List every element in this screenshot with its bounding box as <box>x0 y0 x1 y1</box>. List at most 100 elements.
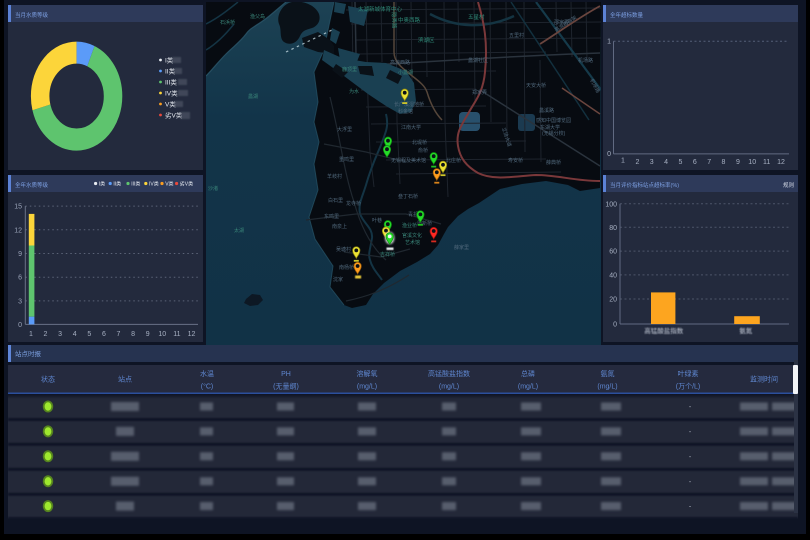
svg-text:1: 1 <box>607 39 611 46</box>
svg-text:PH: PH <box>281 371 291 378</box>
svg-text:渔父岛: 渔父岛 <box>250 13 265 20</box>
svg-text:III类: III类 <box>165 78 177 87</box>
svg-text:(mg/L): (mg/L) <box>518 384 538 391</box>
svg-text:俞桥: 俞桥 <box>418 147 428 154</box>
svg-text:官溪文化: 官溪文化 <box>402 232 422 239</box>
svg-text:(mg/L): (mg/L) <box>597 384 617 391</box>
svg-text:5: 5 <box>87 331 91 338</box>
svg-text:五里村: 五里村 <box>509 32 524 39</box>
svg-text:科金馆: 科金馆 <box>398 108 413 115</box>
svg-text:渔业桥: 渔业桥 <box>402 222 417 229</box>
svg-text:(无锡分校): (无锡分校) <box>542 130 566 137</box>
svg-text:劣V类: 劣V类 <box>180 181 193 188</box>
svg-text:1: 1 <box>29 331 33 338</box>
svg-text:沙渚: 沙渚 <box>208 185 218 192</box>
svg-text:机场路: 机场路 <box>578 57 593 64</box>
svg-text:氨氮: 氨氮 <box>601 369 615 378</box>
svg-text:2: 2 <box>635 159 639 166</box>
svg-text:高锰酸盐指数: 高锰酸盐指数 <box>428 369 470 378</box>
svg-text:总磷: 总磷 <box>521 369 535 378</box>
svg-text:五星村: 五星村 <box>468 13 485 21</box>
svg-text:15: 15 <box>14 204 22 211</box>
svg-text:薛家里: 薛家里 <box>454 244 469 251</box>
svg-text:(mg/L): (mg/L) <box>357 384 377 391</box>
svg-text:3: 3 <box>650 159 654 166</box>
svg-text:南泉上: 南泉上 <box>332 223 347 230</box>
svg-text:站点时报: 站点时报 <box>15 349 42 358</box>
svg-text:8: 8 <box>722 159 726 166</box>
svg-text:水温: 水温 <box>200 369 214 378</box>
svg-text:东鸣里: 东鸣里 <box>324 213 339 220</box>
svg-text:鹿顶里: 鹿顶里 <box>342 66 357 73</box>
svg-text:10: 10 <box>158 331 166 338</box>
svg-text:3: 3 <box>58 331 62 338</box>
svg-text:吴塘村: 吴塘村 <box>336 246 351 253</box>
svg-text:(无量纲): (无量纲) <box>273 382 299 391</box>
svg-text:10: 10 <box>748 159 756 166</box>
svg-text:12: 12 <box>188 331 196 338</box>
svg-text:4: 4 <box>73 331 77 338</box>
svg-text:溶解氧: 溶解氧 <box>357 369 378 378</box>
svg-text:(°C): (°C) <box>201 383 214 391</box>
svg-text:白石里: 白石里 <box>328 197 343 204</box>
svg-text:蠡溪路: 蠡溪路 <box>539 107 554 114</box>
svg-text:8: 8 <box>131 331 135 338</box>
svg-text:高锰酸盐指数: 高锰酸盐指数 <box>644 326 684 335</box>
svg-text:太湖: 太湖 <box>234 227 244 234</box>
svg-text:蠡湖社区: 蠡湖社区 <box>468 57 488 64</box>
svg-text:寿安桥: 寿安桥 <box>508 157 523 164</box>
svg-text:无锡程及美术馆: 无锡程及美术馆 <box>391 157 426 164</box>
svg-text:1: 1 <box>621 158 625 165</box>
svg-text:5: 5 <box>678 159 682 166</box>
svg-text:天安大桥: 天安大桥 <box>526 82 546 89</box>
svg-text:IV类: IV类 <box>165 89 178 98</box>
svg-text:12: 12 <box>777 159 785 166</box>
svg-text:北堤桥: 北堤桥 <box>412 139 427 146</box>
svg-text:长广溪湿地桥: 长广溪湿地桥 <box>394 101 424 108</box>
svg-text:吉祥桥: 吉祥桥 <box>380 251 395 258</box>
svg-text:站点: 站点 <box>118 375 132 384</box>
svg-text:6: 6 <box>18 275 22 282</box>
svg-text:中奥西路: 中奥西路 <box>398 16 421 24</box>
svg-text:60: 60 <box>609 249 617 256</box>
svg-text:羊岐村: 羊岐村 <box>327 173 342 180</box>
svg-text:小蠡湖: 小蠡湖 <box>398 69 413 76</box>
svg-text:6: 6 <box>693 159 697 166</box>
svg-text:石浜桥: 石浜桥 <box>220 19 235 26</box>
svg-text:蠡湖: 蠡湖 <box>248 93 258 100</box>
svg-text:9: 9 <box>736 159 740 166</box>
svg-text:7: 7 <box>707 159 711 166</box>
svg-text:高浪西路: 高浪西路 <box>390 59 410 66</box>
svg-text:20: 20 <box>609 297 617 304</box>
svg-text:叁丁石桥: 叁丁石桥 <box>398 193 418 200</box>
svg-text:12: 12 <box>14 227 22 234</box>
svg-text:北庄桥: 北庄桥 <box>446 157 461 164</box>
svg-text:4: 4 <box>664 159 668 166</box>
svg-text:I类: I类 <box>99 181 105 188</box>
svg-text:II类: II类 <box>113 181 121 188</box>
svg-text:薛典桥: 薛典桥 <box>546 159 561 166</box>
svg-text:艺术馆: 艺术馆 <box>405 239 420 246</box>
svg-text:感知中国博览园: 感知中国博览园 <box>536 117 571 124</box>
svg-text:(万个/L): (万个/L) <box>676 383 701 391</box>
svg-text:III类: III类 <box>131 181 140 188</box>
svg-text:9: 9 <box>146 331 150 338</box>
svg-text:重鸣里: 重鸣里 <box>339 156 354 163</box>
svg-text:IV类: IV类 <box>149 181 159 188</box>
svg-text:100: 100 <box>605 201 617 208</box>
svg-text:9: 9 <box>18 251 22 258</box>
svg-text:0: 0 <box>607 151 611 158</box>
svg-text:大浮里: 大浮里 <box>337 126 352 133</box>
svg-text:沈家: 沈家 <box>333 276 343 283</box>
svg-text:叶绿素: 叶绿素 <box>678 369 699 378</box>
svg-text:7: 7 <box>117 331 121 338</box>
svg-text:状态: 状态 <box>41 375 55 384</box>
svg-text:6: 6 <box>102 331 106 338</box>
svg-text:V类: V类 <box>165 181 173 188</box>
svg-text:80: 80 <box>609 225 617 232</box>
svg-text:11: 11 <box>763 159 770 166</box>
svg-text:3: 3 <box>18 298 22 305</box>
svg-text:2: 2 <box>44 331 48 338</box>
svg-text:东湖大学: 东湖大学 <box>540 124 560 131</box>
svg-text:40: 40 <box>609 272 617 279</box>
